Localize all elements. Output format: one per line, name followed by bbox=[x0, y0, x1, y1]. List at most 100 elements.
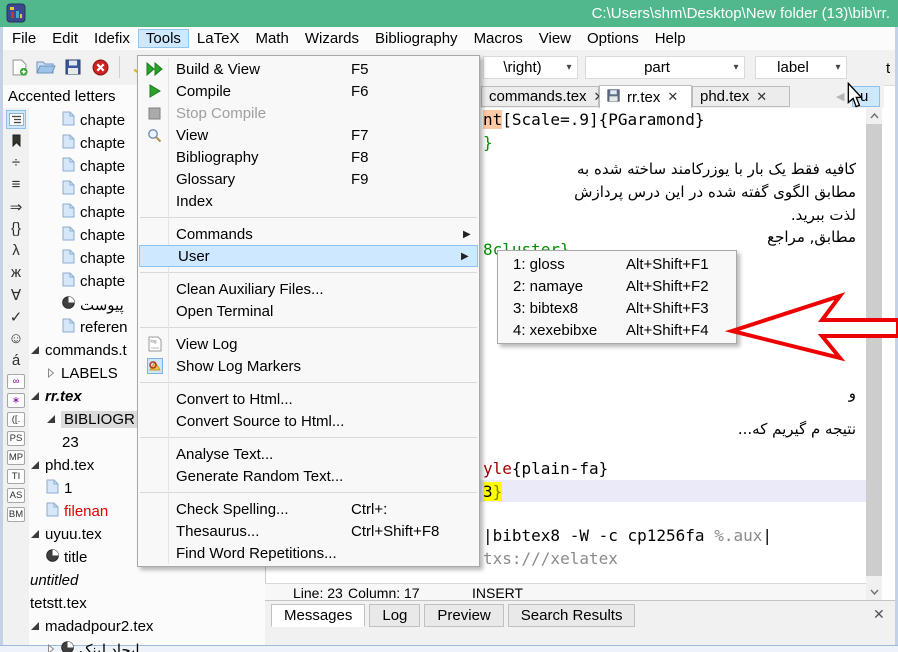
expander-closed-icon[interactable] bbox=[46, 641, 56, 652]
tools-menu-item-generate-random-text[interactable]: Generate Random Text... bbox=[138, 465, 479, 487]
tree-item[interactable]: madadpour2.tex bbox=[30, 616, 153, 637]
tree-item[interactable]: chapte bbox=[62, 271, 125, 292]
expander-open-icon[interactable] bbox=[30, 526, 40, 543]
tools-menu-item-thesaurus[interactable]: Thesaurus...Ctrl+Shift+F8 bbox=[138, 520, 479, 542]
cyrillic-letters-icon[interactable]: ж bbox=[5, 262, 27, 283]
close-tab-icon[interactable]: ✕ bbox=[756, 89, 767, 105]
structure-icon[interactable] bbox=[6, 110, 26, 129]
menu-options[interactable]: Options bbox=[579, 29, 647, 48]
tree-item[interactable]: پیوست bbox=[62, 294, 124, 315]
infinity-symbols-icon[interactable]: ∞ bbox=[7, 374, 25, 389]
tools-menu-item-convert-to-html[interactable]: Convert to Html... bbox=[138, 388, 479, 410]
new-file-icon[interactable] bbox=[8, 56, 30, 78]
tools-menu-item-compile[interactable]: CompileF6 bbox=[138, 80, 479, 102]
tree-item[interactable]: rr.tex bbox=[30, 386, 82, 407]
tools-menu-item-bibliography[interactable]: BibliographyF8 bbox=[138, 146, 479, 168]
tree-item[interactable]: chapte bbox=[62, 156, 125, 177]
user-command-3-bibtex8[interactable]: 3: bibtex8Alt+Shift+F3 bbox=[498, 297, 736, 319]
checkmark-symbols-icon[interactable]: ✓ bbox=[5, 306, 27, 327]
tab-scroll-left-icon[interactable]: ◀ bbox=[836, 90, 844, 103]
tools-menu-item-analyse-text[interactable]: Analyse Text... bbox=[138, 443, 479, 465]
tools-menu-item-user[interactable]: User▶ bbox=[139, 245, 478, 267]
menu-bibliography[interactable]: Bibliography bbox=[367, 29, 466, 48]
lines-icon[interactable]: ≡ bbox=[5, 174, 27, 195]
user-command-1-gloss[interactable]: 1: glossAlt+Shift+F1 bbox=[498, 253, 736, 275]
tools-menu-item-clean-auxiliary-files[interactable]: Clean Auxiliary Files... bbox=[138, 278, 479, 300]
tools-menu-item-build-view[interactable]: Build & ViewF5 bbox=[138, 58, 479, 80]
menu-view[interactable]: View bbox=[531, 29, 579, 48]
tools-menu-item-find-word-repetitions[interactable]: Find Word Repetitions... bbox=[138, 542, 479, 564]
expander-open-icon[interactable] bbox=[30, 388, 40, 405]
menu-file[interactable]: File bbox=[4, 29, 44, 48]
tab-rr.tex[interactable]: rr.tex✕ bbox=[599, 85, 692, 108]
tools-menu-item-view[interactable]: ViewF7 bbox=[138, 124, 479, 146]
metapost-icon[interactable]: MP bbox=[7, 450, 25, 465]
math-division-icon[interactable]: ÷ bbox=[5, 152, 27, 173]
menu-latex[interactable]: LaTeX bbox=[189, 29, 248, 48]
accented-letters-icon[interactable]: á bbox=[5, 350, 27, 371]
arrows-icon[interactable]: ⇒ bbox=[5, 196, 27, 217]
bookmarks-icon[interactable] bbox=[5, 130, 27, 151]
bottom-tab-messages[interactable]: Messages bbox=[271, 604, 365, 627]
panel-close-icon[interactable]: ✕ bbox=[873, 606, 885, 623]
menu-math[interactable]: Math bbox=[247, 29, 296, 48]
tree-item[interactable]: 23 bbox=[62, 432, 79, 453]
combo-structure-level[interactable]: \right)▾ bbox=[483, 56, 578, 79]
tree-item[interactable]: commands.t bbox=[30, 340, 127, 361]
save-icon[interactable] bbox=[62, 56, 84, 78]
tree-item[interactable]: chapte bbox=[62, 202, 125, 223]
combo-references[interactable]: label▾ bbox=[755, 56, 847, 79]
tree-item[interactable]: chapte bbox=[62, 225, 125, 246]
tree-item[interactable]: BIBLIOGR bbox=[46, 409, 138, 430]
tree-item[interactable]: chapte bbox=[62, 179, 125, 200]
user-command-2-namaye[interactable]: 2: namayeAlt+Shift+F2 bbox=[498, 275, 736, 297]
tools-menu-item-index[interactable]: Index bbox=[138, 190, 479, 212]
tools-menu-item-convert-source-to-html[interactable]: Convert Source to Html... bbox=[138, 410, 479, 432]
menu-wizards[interactable]: Wizards bbox=[297, 29, 367, 48]
tools-menu-item-open-terminal[interactable]: Open Terminal bbox=[138, 300, 479, 322]
special-symbols-icon[interactable]: ∗ bbox=[7, 393, 25, 408]
bottom-tab-log[interactable]: Log bbox=[369, 604, 420, 627]
tree-item[interactable]: filenan bbox=[46, 501, 108, 522]
tools-menu-item-view-log[interactable]: logView Log bbox=[138, 333, 479, 355]
expander-open-icon[interactable] bbox=[30, 618, 40, 635]
delimiters-icon[interactable]: {} bbox=[5, 218, 27, 239]
bottom-tab-search-results[interactable]: Search Results bbox=[508, 604, 636, 627]
tree-item[interactable]: untitled bbox=[30, 570, 78, 591]
brackets-icon[interactable]: ([. bbox=[7, 412, 25, 427]
expander-open-icon[interactable] bbox=[30, 342, 40, 359]
tools-menu-item-check-spelling[interactable]: Check Spelling...Ctrl+: bbox=[138, 498, 479, 520]
tree-item[interactable]: uyuu.tex bbox=[30, 524, 102, 545]
user-command-4-xexebibxe[interactable]: 4: xexebibxeAlt+Shift+F4 bbox=[498, 319, 736, 341]
menu-macros[interactable]: Macros bbox=[466, 29, 531, 48]
tree-item[interactable]: LABELS bbox=[46, 363, 118, 384]
tree-item[interactable]: title bbox=[46, 547, 87, 568]
menu-tools[interactable]: Tools bbox=[138, 29, 189, 48]
tools-menu-item-glossary[interactable]: GlossaryF9 bbox=[138, 168, 479, 190]
tree-item[interactable]: chapte bbox=[62, 248, 125, 269]
close-doc-icon[interactable] bbox=[89, 56, 111, 78]
tree-item[interactable]: referen bbox=[62, 317, 128, 338]
pstricks-icon[interactable]: PS bbox=[7, 431, 25, 446]
tree-item[interactable]: chapte bbox=[62, 110, 125, 131]
expander-closed-icon[interactable] bbox=[46, 365, 56, 382]
tools-menu-item-commands[interactable]: Commands▶ bbox=[138, 223, 479, 245]
tab-phd.tex[interactable]: phd.tex✕ bbox=[692, 86, 790, 107]
expander-open-icon[interactable] bbox=[46, 411, 56, 428]
tree-item[interactable]: chapte bbox=[62, 133, 125, 154]
tab-commands.tex[interactable]: commands.tex✕ bbox=[481, 86, 599, 107]
asymptote-icon[interactable]: AS bbox=[7, 488, 25, 503]
scroll-down-icon[interactable] bbox=[866, 584, 882, 600]
combo-sectioning[interactable]: part▾ bbox=[585, 56, 745, 79]
tree-item[interactable]: phd.tex bbox=[30, 455, 94, 476]
tikz-icon[interactable]: TI bbox=[7, 469, 25, 484]
close-tab-icon[interactable]: ✕ bbox=[667, 89, 678, 105]
menu-help[interactable]: Help bbox=[647, 29, 694, 48]
tree-item[interactable]: ایجاد لینک bbox=[46, 639, 140, 652]
tree-item[interactable]: 1 bbox=[46, 478, 72, 499]
scroll-up-icon[interactable] bbox=[866, 108, 882, 124]
menu-edit[interactable]: Edit bbox=[44, 29, 86, 48]
open-file-icon[interactable] bbox=[35, 56, 57, 78]
tools-menu-item-show-log-markers[interactable]: Show Log Markers bbox=[138, 355, 479, 377]
expander-open-icon[interactable] bbox=[30, 457, 40, 474]
